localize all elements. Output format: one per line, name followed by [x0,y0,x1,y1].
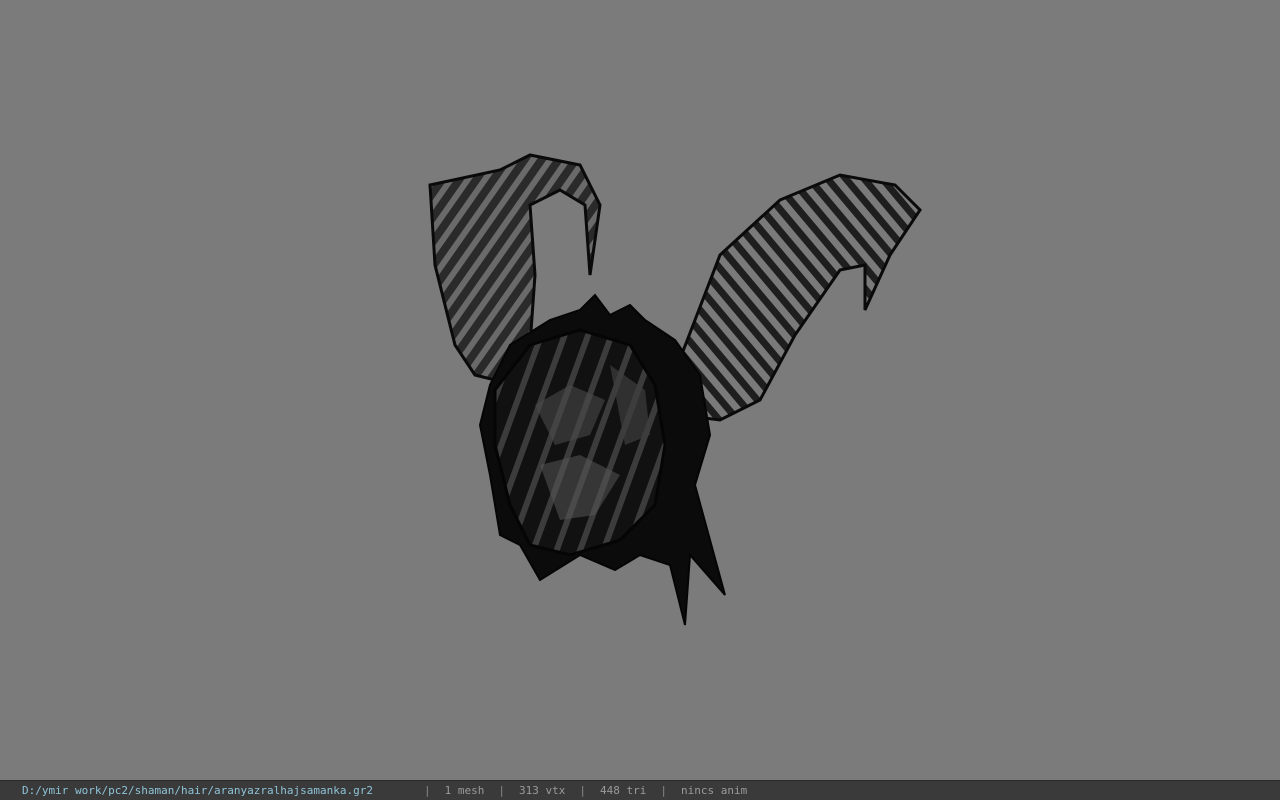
file-path: D:/ymir work/pc2/shaman/hair/aranyazralh… [22,784,373,797]
model-stats: | 1 mesh | 313 vtx | 448 tri | nincs anim [410,781,747,800]
model-viewport[interactable] [0,0,1280,780]
animation-status: nincs anim [680,784,748,797]
triangle-count: 448 tri [599,784,647,797]
separator: | [498,784,505,797]
horned-hair-model [428,153,922,626]
mesh-count: 1 mesh [444,784,485,797]
separator: | [424,784,431,797]
separator: | [660,784,667,797]
vertex-count: 313 vtx [519,784,566,797]
separator: | [579,784,586,797]
status-bar: D:/ymir work/pc2/shaman/hair/aranyazralh… [0,780,1280,800]
